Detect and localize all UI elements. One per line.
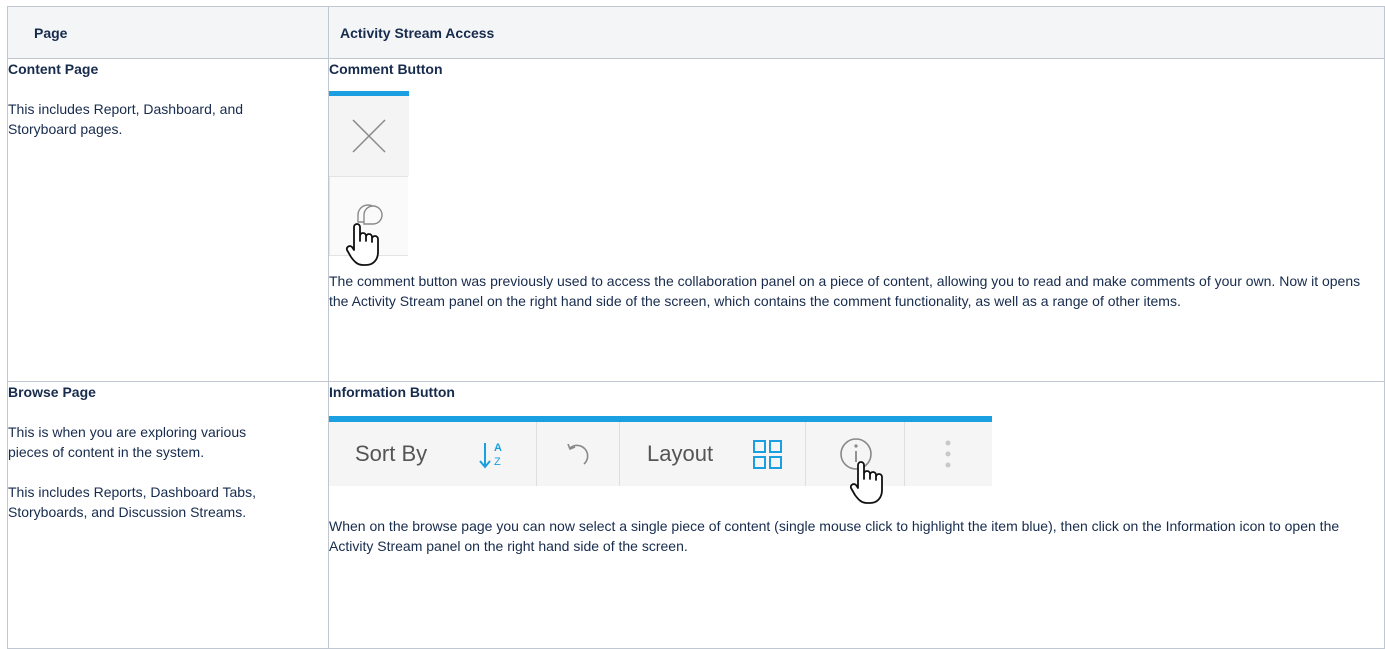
sort-az-icon: A Z xyxy=(479,442,502,469)
information-button-cell: Information Button Sort By A Z Layout Wh… xyxy=(328,381,1385,649)
row-access-desc: When on the browse page you can now sele… xyxy=(329,518,1340,554)
content-page-cell: Content Page This includes Report, Dashb… xyxy=(7,58,329,382)
table-row: Browse Page This is when you are explori… xyxy=(7,381,1385,649)
close-icon xyxy=(352,119,386,153)
sort-by-button[interactable]: Sort By A Z xyxy=(329,422,537,486)
browse-page-cell: Browse Page This is when you are explori… xyxy=(7,381,329,649)
layout-grid-icon xyxy=(753,440,782,469)
hand-pointer-icon xyxy=(345,223,379,266)
row-page-title: Content Page xyxy=(8,61,99,77)
comment-button-cell: Comment Button The comment button was pr… xyxy=(328,58,1385,382)
header-page: Page xyxy=(7,6,329,59)
layout-label: Layout xyxy=(647,441,714,466)
browse-toolbar: Sort By A Z Layout xyxy=(329,422,992,486)
row-page-title: Browse Page xyxy=(8,384,96,400)
header-access: Activity Stream Access xyxy=(328,6,1385,59)
more-vertical-icon xyxy=(945,440,951,468)
layout-button[interactable]: Layout xyxy=(620,422,806,486)
row-access-title: Information Button xyxy=(329,384,455,400)
activity-stream-table: Page Activity Stream Access Content Page… xyxy=(7,6,1385,649)
comment-button-screenshot xyxy=(329,91,409,269)
svg-text:A: A xyxy=(494,442,502,454)
toolbar-screenshot: Sort By A Z Layout xyxy=(329,416,992,514)
row-access-desc: The comment button was previously used t… xyxy=(329,273,1361,309)
hand-pointer-icon xyxy=(849,461,883,504)
svg-text:Z: Z xyxy=(494,456,501,468)
row-page-desc: This includes Report, Dashboard, and Sto… xyxy=(8,101,244,137)
row-page-desc-2: This includes Reports, Dashboard Tabs, S… xyxy=(8,484,256,520)
table-header-row: Page Activity Stream Access xyxy=(7,6,1385,59)
row-access-title: Comment Button xyxy=(329,61,443,77)
table-row: Content Page This includes Report, Dashb… xyxy=(7,58,1385,382)
close-button[interactable] xyxy=(329,96,409,176)
row-page-desc: This is when you are exploring various p… xyxy=(8,424,247,460)
more-button[interactable] xyxy=(905,422,992,486)
undo-button[interactable] xyxy=(537,422,620,486)
undo-icon xyxy=(567,443,589,465)
sort-by-label: Sort By xyxy=(355,441,428,466)
